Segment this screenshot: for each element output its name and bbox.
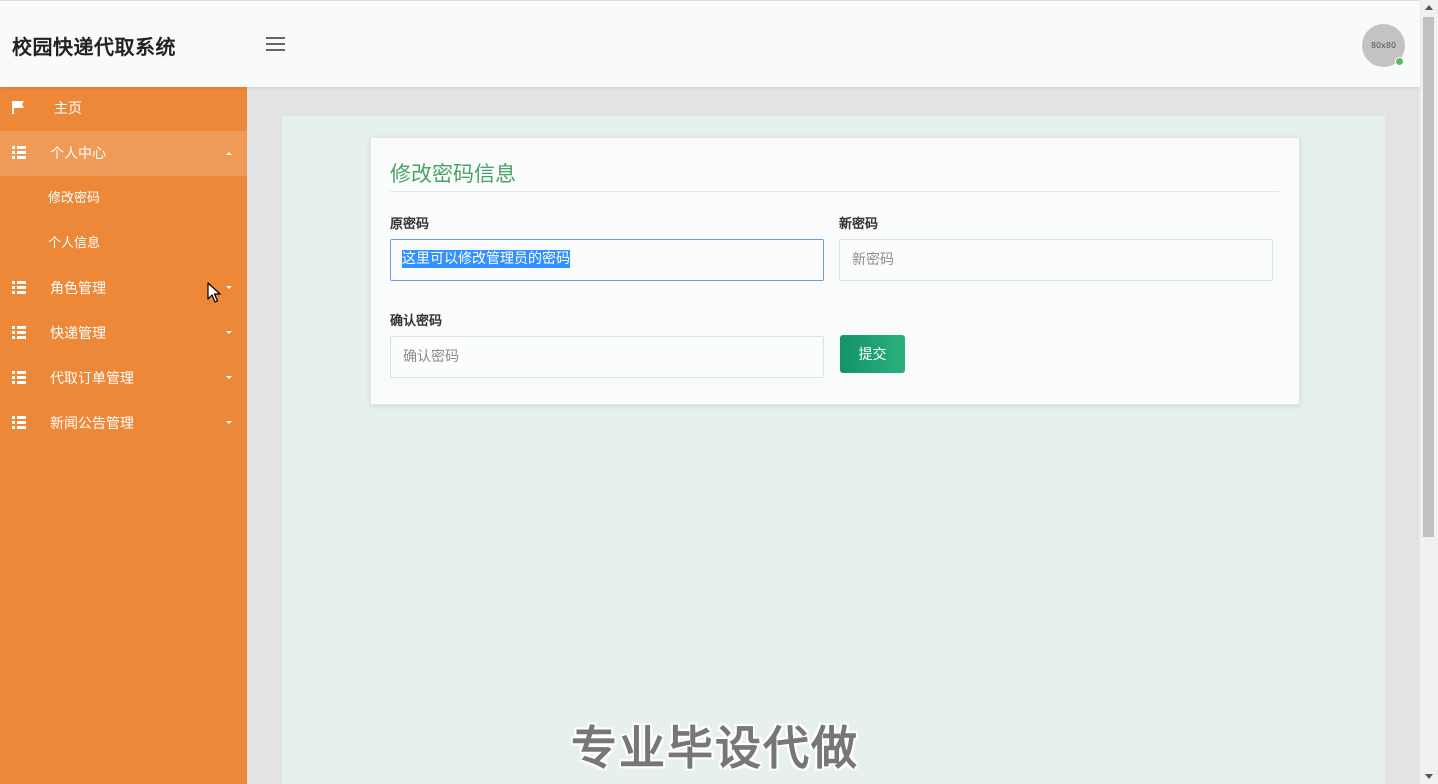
submit-button[interactable]: 提交 [840,335,905,373]
sidebar-item-label: 主页 [54,101,82,117]
sidebar: 主页 个人中心 修改密码 个人信息 角色管理 快递管理 代取订单管理 新闻公告管… [0,86,247,784]
sidebar-item-label: 角色管理 [50,281,106,297]
scroll-down-icon[interactable] [1425,774,1433,779]
change-password-card: 修改密码信息 原密码 这里可以修改管理员的密码 新密码 确认密码 提交 [370,137,1300,405]
grid-icon [12,281,26,294]
watermark-text: 专业毕设代做 [571,721,859,775]
grid-icon [12,326,26,339]
sidebar-item-express-management[interactable]: 快递管理 [0,311,247,356]
chevron-down-icon [226,286,232,289]
old-password-input[interactable] [390,239,824,281]
chevron-up-icon [226,152,232,155]
sidebar-item-personal-center[interactable]: 个人中心 [0,131,247,176]
avatar[interactable]: 80x80 [1362,24,1405,67]
card-title: 修改密码信息 [390,162,516,186]
sidebar-item-pickup-order-management[interactable]: 代取订单管理 [0,356,247,401]
scroll-thumb[interactable] [1423,17,1434,537]
card-divider [390,191,1279,192]
confirm-password-label: 确认密码 [390,314,443,329]
sidebar-subitem-personal-info[interactable]: 个人信息 [0,221,247,266]
sidebar-item-label: 个人中心 [50,146,106,162]
flag-icon [12,101,24,114]
mouse-cursor-icon [207,282,221,303]
hamburger-menu-icon[interactable] [266,37,285,52]
sidebar-item-label: 代取订单管理 [50,371,134,387]
old-password-label: 原密码 [390,217,430,232]
sidebar-item-news-management[interactable]: 新闻公告管理 [0,401,247,446]
confirm-password-input[interactable] [390,336,824,378]
online-status-dot [1395,57,1404,66]
grid-icon [12,371,26,384]
page-scrollbar[interactable] [1420,0,1438,784]
chevron-down-icon [226,421,232,424]
sidebar-subitem-label: 修改密码 [48,191,101,206]
old-password-wrapper: 这里可以修改管理员的密码 [390,239,824,281]
top-header: 校园快递代取系统 80x80 [0,0,1420,87]
new-password-label: 新密码 [839,217,879,232]
sidebar-item-home[interactable]: 主页 [0,86,247,131]
app-title: 校园快递代取系统 [12,35,176,59]
grid-icon [12,146,26,159]
sidebar-subitem-change-password[interactable]: 修改密码 [0,176,247,221]
sidebar-item-label: 新闻公告管理 [50,416,134,432]
scroll-up-icon[interactable] [1425,5,1433,10]
grid-icon [12,416,26,429]
chevron-down-icon [226,376,232,379]
avatar-placeholder-text: 80x80 [1370,41,1397,50]
chevron-down-icon [226,331,232,334]
new-password-input[interactable] [839,239,1273,281]
sidebar-subitem-label: 个人信息 [48,236,101,251]
sidebar-item-label: 快递管理 [50,326,106,342]
